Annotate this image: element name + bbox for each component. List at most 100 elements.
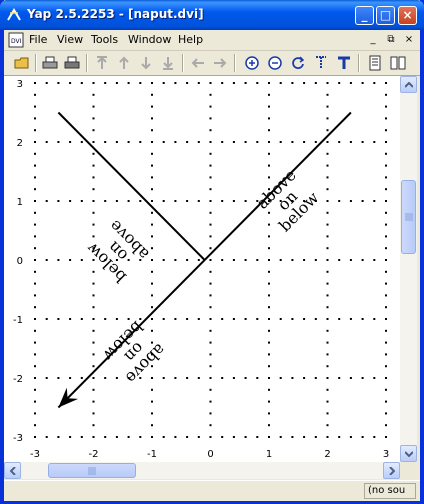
grid-dot — [291, 82, 294, 84]
menu-view[interactable]: View — [57, 33, 83, 46]
horizontal-scrollbar[interactable] — [4, 462, 400, 479]
grid-dot — [92, 141, 95, 143]
grid-dot — [34, 424, 36, 427]
grid-dot — [34, 400, 36, 403]
grid-dot — [209, 117, 212, 120]
grid-dot — [385, 388, 387, 391]
back-button[interactable] — [188, 53, 208, 73]
grid-dot — [34, 117, 36, 120]
grid-dot — [303, 141, 306, 143]
vertical-scroll-thumb[interactable] — [401, 180, 416, 254]
scroll-down-button[interactable] — [400, 445, 417, 462]
menu-tools[interactable]: Tools — [91, 33, 118, 46]
zoom-in-button[interactable] — [242, 53, 262, 73]
grid-dot — [139, 82, 142, 84]
horizontal-scroll-thumb[interactable] — [48, 463, 136, 478]
grid-dot — [80, 141, 83, 143]
grid-dot — [162, 377, 165, 379]
menu-help[interactable]: Help — [178, 33, 203, 46]
double-page-button[interactable] — [388, 53, 408, 73]
arrow-down-icon — [404, 450, 413, 457]
mdi-close-button[interactable]: × — [402, 33, 416, 46]
grid-dot — [92, 164, 95, 167]
mdi-restore-button[interactable]: ⧉ — [384, 33, 398, 46]
title-bar[interactable]: Yap 2.5.2253 - [naput.dvi] _ □ × — [0, 0, 424, 30]
grid-dot — [209, 105, 212, 108]
yap-app-icon — [7, 8, 21, 21]
y-tick-label: 3 — [17, 79, 23, 90]
grid-dot — [314, 318, 317, 320]
grid-dot — [127, 141, 130, 143]
grid-dot — [80, 436, 83, 438]
grid-dot — [326, 200, 329, 202]
maximize-button[interactable]: □ — [376, 6, 395, 25]
grid-dot — [45, 377, 48, 379]
forward-button[interactable] — [210, 53, 230, 73]
grid-dot — [151, 223, 153, 226]
grid-dot — [34, 377, 36, 379]
refresh-icon — [292, 56, 305, 69]
vertical-scrollbar[interactable] — [400, 76, 417, 462]
grid-dot — [209, 424, 212, 427]
grid-dot — [209, 82, 212, 84]
grid-dot — [34, 188, 36, 191]
grid-dot — [34, 412, 36, 415]
print-button[interactable] — [40, 53, 60, 73]
menu-file[interactable]: File — [29, 33, 47, 46]
text-tool-button[interactable] — [334, 53, 354, 73]
grid-dot — [326, 294, 329, 297]
scroll-up-button[interactable] — [400, 76, 417, 93]
grid-dot — [268, 164, 270, 167]
grid-dot — [34, 294, 36, 297]
prev-page-button[interactable] — [114, 53, 134, 73]
grid-dot — [268, 235, 270, 238]
single-page-icon — [369, 55, 381, 71]
grid-dot — [197, 318, 200, 320]
grid-dot — [151, 235, 153, 238]
scroll-left-button[interactable] — [4, 462, 21, 479]
grid-dot — [34, 318, 36, 320]
grid-dot — [279, 259, 282, 261]
grid-dot — [151, 82, 153, 84]
grid-dot — [326, 388, 329, 391]
grid-dot — [279, 318, 282, 320]
grid-dot — [151, 129, 153, 132]
document-view[interactable]: -3 -2 -1 0 1 2 3 3 2 1 0 -1 -2 -3 below on above abov… — [4, 76, 400, 462]
grid-dot — [244, 318, 247, 320]
open-button[interactable] — [12, 53, 32, 73]
grid-dot — [268, 318, 270, 320]
grid-dot — [92, 105, 95, 108]
zoom-in-icon — [245, 56, 259, 70]
y-tick-label: -2 — [13, 374, 23, 385]
grid-dot — [385, 318, 387, 320]
grid-dot — [151, 282, 153, 285]
next-page-button[interactable] — [136, 53, 156, 73]
last-page-button[interactable] — [158, 53, 178, 73]
menu-window[interactable]: Window — [128, 33, 171, 46]
dvi-document-icon[interactable]: DVI — [8, 32, 24, 48]
scroll-right-button[interactable] — [383, 462, 400, 479]
single-page-button[interactable] — [365, 53, 385, 73]
first-page-button[interactable] — [92, 53, 112, 73]
scroll-corner — [400, 462, 417, 479]
grid-dot — [349, 318, 352, 320]
close-button[interactable]: × — [398, 6, 417, 25]
grid-dot — [104, 436, 107, 438]
grid-dot — [162, 318, 165, 320]
mdi-minimize-button[interactable]: _ — [366, 33, 380, 46]
grid-dot — [57, 200, 60, 202]
grid-dot — [268, 388, 270, 391]
minimize-button[interactable]: _ — [355, 6, 374, 25]
grid-dot — [256, 82, 259, 84]
refresh-button[interactable] — [288, 53, 308, 73]
grid-dot — [326, 129, 329, 132]
print-setup-button[interactable] — [62, 53, 82, 73]
grid-dot — [303, 318, 306, 320]
source-special-button[interactable] — [311, 53, 331, 73]
zoom-out-button[interactable] — [265, 53, 285, 73]
grid-dot — [385, 282, 387, 285]
grid-dot — [186, 436, 189, 438]
grid-dot — [385, 365, 387, 368]
grid-dot — [373, 318, 376, 320]
toolbar-separator — [358, 54, 360, 72]
